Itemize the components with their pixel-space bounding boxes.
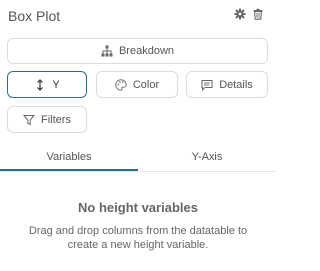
vertical-arrows-icon bbox=[37, 78, 44, 91]
panel-actions bbox=[234, 8, 264, 20]
filters-label: Filters bbox=[41, 113, 71, 126]
breakdown-button[interactable]: Breakdown bbox=[7, 38, 268, 64]
funnel-icon bbox=[23, 114, 36, 125]
details-button[interactable]: Details bbox=[186, 71, 268, 98]
y-label: Y bbox=[52, 78, 60, 91]
details-label: Details bbox=[219, 78, 253, 91]
active-tab-indicator bbox=[0, 169, 138, 171]
empty-state-title: No height variables bbox=[78, 200, 198, 215]
tab-y-axis[interactable]: Y-Axis bbox=[138, 145, 276, 169]
breakdown-label: Breakdown bbox=[118, 45, 175, 57]
comment-icon bbox=[201, 79, 213, 91]
trash-icon[interactable] bbox=[252, 8, 264, 20]
filters-button[interactable]: Filters bbox=[7, 106, 87, 133]
panel-title: Box Plot bbox=[8, 8, 61, 24]
color-button[interactable]: Color bbox=[96, 71, 178, 98]
palette-icon bbox=[115, 78, 127, 91]
tab-bar: Variables Y-Axis bbox=[0, 145, 276, 172]
gear-icon[interactable] bbox=[234, 8, 246, 20]
color-label: Color bbox=[132, 78, 160, 91]
hierarchy-icon bbox=[101, 45, 113, 57]
empty-state-description: Drag and drop columns from the datatable… bbox=[28, 225, 248, 251]
box-plot-panel: Box Plot Breakdown Y Color Details Filte… bbox=[0, 0, 276, 271]
tab-variables[interactable]: Variables bbox=[0, 145, 138, 169]
y-button[interactable]: Y bbox=[7, 71, 87, 98]
